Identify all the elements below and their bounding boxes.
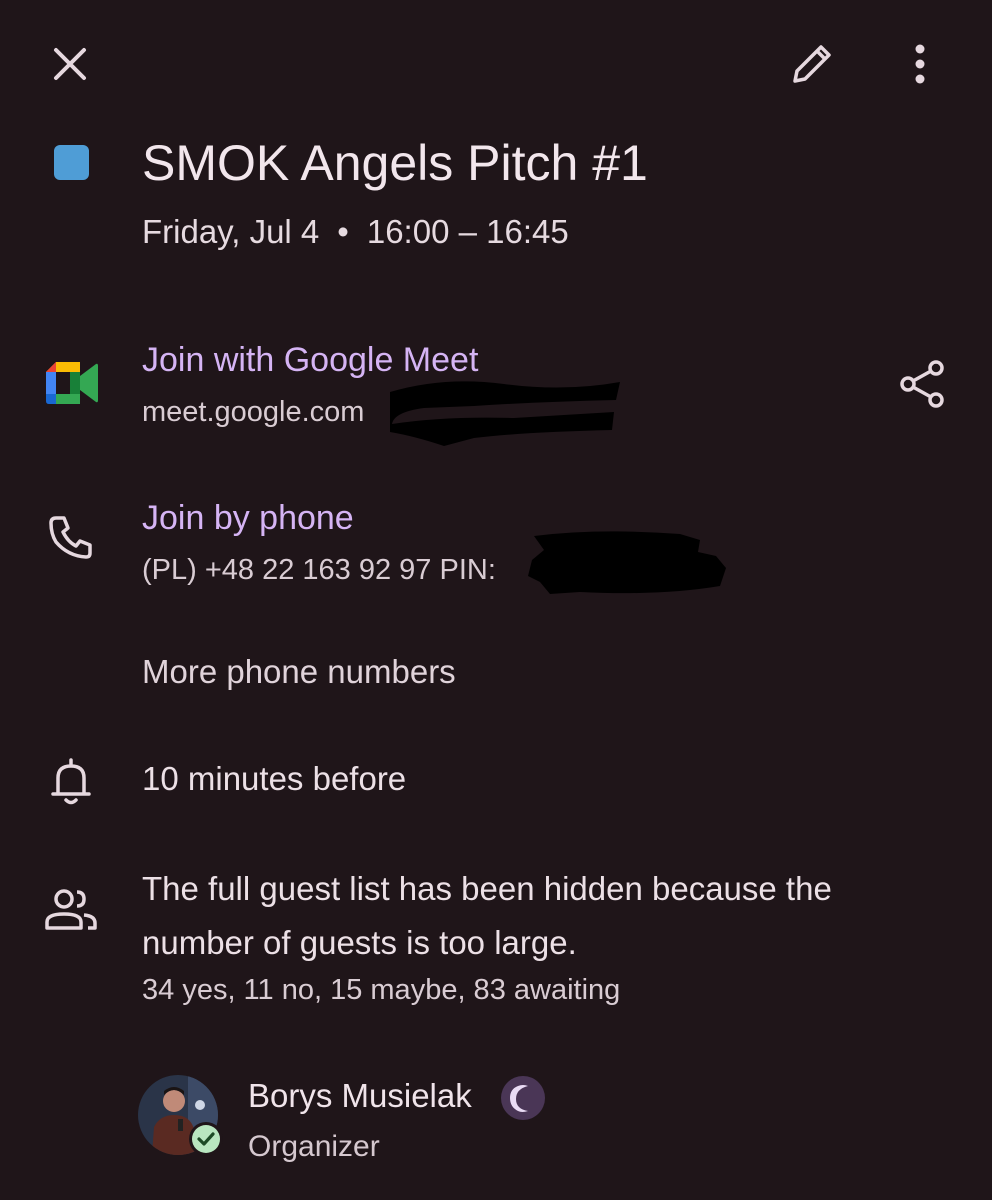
join-by-phone-link[interactable]: Join by phone xyxy=(142,496,354,540)
people-icon xyxy=(44,888,98,932)
event-color-chip xyxy=(54,145,89,180)
event-day: Friday, Jul 4 xyxy=(142,213,320,250)
moon-icon xyxy=(500,1075,546,1121)
close-button[interactable] xyxy=(40,34,100,94)
guest-rsvp-counts: 34 yes, 11 no, 15 maybe, 83 awaiting xyxy=(142,974,621,1006)
event-time: 16:00 – 16:45 xyxy=(366,213,569,250)
meet-url: meet.google.com xyxy=(142,396,365,428)
event-datetime: Friday, Jul 4 • 16:00 – 16:45 xyxy=(142,210,569,254)
organizer-role: Organizer xyxy=(248,1130,380,1163)
datetime-separator: • xyxy=(337,213,349,250)
redaction-meet-url xyxy=(390,381,620,446)
check-circle-icon xyxy=(188,1121,224,1157)
close-icon xyxy=(54,48,86,80)
share-button[interactable] xyxy=(890,352,954,416)
more-phone-numbers-link[interactable]: More phone numbers xyxy=(142,650,456,694)
more-options-button[interactable] xyxy=(890,32,950,96)
phone-icon xyxy=(46,512,96,562)
reminder-text[interactable]: 10 minutes before xyxy=(142,757,406,801)
google-meet-icon xyxy=(46,362,98,404)
guest-list-hidden-note: The full guest list has been hidden beca… xyxy=(142,870,832,961)
event-title: SMOK Angels Pitch #1 xyxy=(142,135,648,191)
organizer-name: Borys Musielak xyxy=(248,1077,472,1114)
bell-icon xyxy=(48,756,94,806)
phone-number-detail: (PL) +48 22 163 92 97 PIN: xyxy=(142,554,496,586)
more-vert-icon xyxy=(915,44,925,84)
edit-button[interactable] xyxy=(780,32,844,96)
pencil-icon xyxy=(793,45,831,83)
share-icon xyxy=(900,360,944,408)
